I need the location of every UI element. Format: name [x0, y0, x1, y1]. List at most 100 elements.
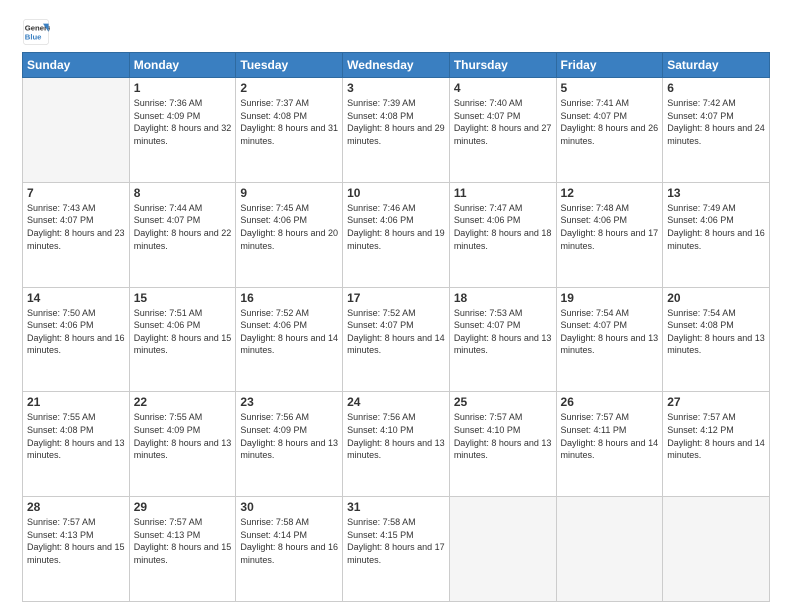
day-info: Sunrise: 7:50 AMSunset: 4:06 PMDaylight:… — [27, 307, 125, 357]
day-number: 18 — [454, 291, 552, 305]
day-info: Sunrise: 7:49 AMSunset: 4:06 PMDaylight:… — [667, 202, 765, 252]
week-row-1: 1 Sunrise: 7:36 AMSunset: 4:09 PMDaylight… — [23, 78, 770, 183]
day-number: 14 — [27, 291, 125, 305]
day-number: 13 — [667, 186, 765, 200]
day-cell-14: 13 Sunrise: 7:49 AMSunset: 4:06 PMDayligh… — [663, 182, 770, 287]
day-info: Sunrise: 7:55 AMSunset: 4:09 PMDaylight:… — [134, 411, 232, 461]
weekday-header-sunday: Sunday — [23, 53, 130, 78]
day-number: 9 — [240, 186, 338, 200]
day-info: Sunrise: 7:53 AMSunset: 4:07 PMDaylight:… — [454, 307, 552, 357]
day-info: Sunrise: 7:57 AMSunset: 4:10 PMDaylight:… — [454, 411, 552, 461]
day-number: 21 — [27, 395, 125, 409]
day-info: Sunrise: 7:57 AMSunset: 4:13 PMDaylight:… — [134, 516, 232, 566]
day-cell-15: 14 Sunrise: 7:50 AMSunset: 4:06 PMDayligh… — [23, 287, 130, 392]
day-number: 20 — [667, 291, 765, 305]
day-number: 30 — [240, 500, 338, 514]
day-cell-7: 6Sunrise: 7:42 AMSunset: 4:07 PMDaylight… — [663, 78, 770, 183]
day-info: Sunrise: 7:47 AMSunset: 4:06 PMDaylight:… — [454, 202, 552, 252]
day-cell-18: 17 Sunrise: 7:52 AMSunset: 4:07 PMDayligh… — [343, 287, 450, 392]
weekday-header-thursday: Thursday — [449, 53, 556, 78]
day-cell-17: 16 Sunrise: 7:52 AMSunset: 4:06 PMDayligh… — [236, 287, 343, 392]
day-number: 25 — [454, 395, 552, 409]
day-cell-9: 8 Sunrise: 7:44 AMSunset: 4:07 PMDaylight… — [129, 182, 236, 287]
day-number: 4 — [454, 81, 552, 95]
day-number: 6 — [667, 81, 765, 95]
day-cell-26: 25 Sunrise: 7:57 AMSunset: 4:10 PMDayligh… — [449, 392, 556, 497]
day-cell-13: 12 Sunrise: 7:48 AMSunset: 4:06 PMDayligh… — [556, 182, 663, 287]
day-number: 22 — [134, 395, 232, 409]
day-info: Sunrise: 7:57 AMSunset: 4:12 PMDaylight:… — [667, 411, 765, 461]
weekday-header-friday: Friday — [556, 53, 663, 78]
day-info: Sunrise: 7:52 AMSunset: 4:07 PMDaylight:… — [347, 307, 445, 357]
day-cell-22: 21 Sunrise: 7:55 AMSunset: 4:08 PMDayligh… — [23, 392, 130, 497]
logo: General Blue — [22, 18, 54, 46]
day-info: Sunrise: 7:56 AMSunset: 4:10 PMDaylight:… — [347, 411, 445, 461]
page: General Blue SundayMondayTuesdayWednesda… — [0, 0, 792, 612]
day-number: 28 — [27, 500, 125, 514]
week-row-4: 21 Sunrise: 7:55 AMSunset: 4:08 PMDayligh… — [23, 392, 770, 497]
day-number: 24 — [347, 395, 445, 409]
day-cell-32: 31 Sunrise: 7:58 AMSunset: 4:15 PMDayligh… — [343, 497, 450, 602]
day-info: Sunrise: 7:40 AMSunset: 4:07 PMDaylight:… — [454, 97, 552, 147]
day-number: 26 — [561, 395, 659, 409]
day-cell-30: 29 Sunrise: 7:57 AMSunset: 4:13 PMDayligh… — [129, 497, 236, 602]
day-cell-3: 2Sunrise: 7:37 AMSunset: 4:08 PMDaylight… — [236, 78, 343, 183]
day-cell-35 — [663, 497, 770, 602]
day-info: Sunrise: 7:56 AMSunset: 4:09 PMDaylight:… — [240, 411, 338, 461]
day-number: 7 — [27, 186, 125, 200]
day-cell-19: 18 Sunrise: 7:53 AMSunset: 4:07 PMDayligh… — [449, 287, 556, 392]
day-info: Sunrise: 7:57 AMSunset: 4:11 PMDaylight:… — [561, 411, 659, 461]
day-info: Sunrise: 7:41 AMSunset: 4:07 PMDaylight:… — [561, 97, 659, 147]
day-cell-12: 11 Sunrise: 7:47 AMSunset: 4:06 PMDayligh… — [449, 182, 556, 287]
day-number: 17 — [347, 291, 445, 305]
day-cell-27: 26 Sunrise: 7:57 AMSunset: 4:11 PMDayligh… — [556, 392, 663, 497]
day-cell-23: 22 Sunrise: 7:55 AMSunset: 4:09 PMDayligh… — [129, 392, 236, 497]
day-number: 8 — [134, 186, 232, 200]
calendar-table: SundayMondayTuesdayWednesdayThursdayFrid… — [22, 52, 770, 602]
day-number: 19 — [561, 291, 659, 305]
week-row-2: 7Sunrise: 7:43 AMSunset: 4:07 PMDaylight… — [23, 182, 770, 287]
day-number: 27 — [667, 395, 765, 409]
weekday-header-monday: Monday — [129, 53, 236, 78]
day-cell-28: 27 Sunrise: 7:57 AMSunset: 4:12 PMDayligh… — [663, 392, 770, 497]
day-cell-11: 10 Sunrise: 7:46 AMSunset: 4:06 PMDayligh… — [343, 182, 450, 287]
day-number: 31 — [347, 500, 445, 514]
day-cell-10: 9Sunrise: 7:45 AMSunset: 4:06 PMDaylight… — [236, 182, 343, 287]
day-info: Sunrise: 7:55 AMSunset: 4:08 PMDaylight:… — [27, 411, 125, 461]
weekday-header-wednesday: Wednesday — [343, 53, 450, 78]
day-info: Sunrise: 7:39 AMSunset: 4:08 PMDaylight:… — [347, 97, 445, 147]
day-number: 23 — [240, 395, 338, 409]
week-row-3: 14 Sunrise: 7:50 AMSunset: 4:06 PMDayligh… — [23, 287, 770, 392]
day-number: 16 — [240, 291, 338, 305]
logo-icon: General Blue — [22, 18, 50, 46]
day-number: 29 — [134, 500, 232, 514]
day-info: Sunrise: 7:51 AMSunset: 4:06 PMDaylight:… — [134, 307, 232, 357]
day-info: Sunrise: 7:46 AMSunset: 4:06 PMDaylight:… — [347, 202, 445, 252]
day-info: Sunrise: 7:37 AMSunset: 4:08 PMDaylight:… — [240, 97, 338, 147]
weekday-header-tuesday: Tuesday — [236, 53, 343, 78]
weekday-header-row: SundayMondayTuesdayWednesdayThursdayFrid… — [23, 53, 770, 78]
day-number: 11 — [454, 186, 552, 200]
day-cell-21: 20 Sunrise: 7:54 AMSunset: 4:08 PMDayligh… — [663, 287, 770, 392]
day-number: 3 — [347, 81, 445, 95]
day-cell-16: 15 Sunrise: 7:51 AMSunset: 4:06 PMDayligh… — [129, 287, 236, 392]
day-cell-20: 19 Sunrise: 7:54 AMSunset: 4:07 PMDayligh… — [556, 287, 663, 392]
day-info: Sunrise: 7:54 AMSunset: 4:08 PMDaylight:… — [667, 307, 765, 357]
day-info: Sunrise: 7:58 AMSunset: 4:15 PMDaylight:… — [347, 516, 445, 566]
day-info: Sunrise: 7:57 AMSunset: 4:13 PMDaylight:… — [27, 516, 125, 566]
day-number: 15 — [134, 291, 232, 305]
weekday-header-saturday: Saturday — [663, 53, 770, 78]
day-info: Sunrise: 7:36 AMSunset: 4:09 PMDaylight:… — [134, 97, 232, 147]
day-info: Sunrise: 7:52 AMSunset: 4:06 PMDaylight:… — [240, 307, 338, 357]
day-cell-1 — [23, 78, 130, 183]
day-number: 10 — [347, 186, 445, 200]
svg-text:Blue: Blue — [25, 33, 42, 42]
day-number: 1 — [134, 81, 232, 95]
day-info: Sunrise: 7:54 AMSunset: 4:07 PMDaylight:… — [561, 307, 659, 357]
day-info: Sunrise: 7:44 AMSunset: 4:07 PMDaylight:… — [134, 202, 232, 252]
week-row-5: 28 Sunrise: 7:57 AMSunset: 4:13 PMDayligh… — [23, 497, 770, 602]
day-number: 12 — [561, 186, 659, 200]
day-info: Sunrise: 7:48 AMSunset: 4:06 PMDaylight:… — [561, 202, 659, 252]
day-cell-31: 30Sunrise: 7:58 AMSunset: 4:14 PMDayligh… — [236, 497, 343, 602]
day-cell-34 — [556, 497, 663, 602]
